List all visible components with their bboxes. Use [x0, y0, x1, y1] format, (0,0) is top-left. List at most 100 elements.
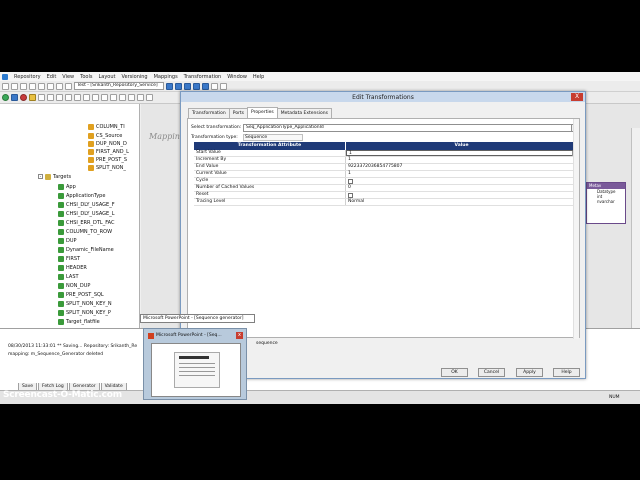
tree-item[interactable]: CHSI_DLY_USAGE_L — [58, 209, 115, 218]
tab-transformation[interactable]: Transformation — [188, 108, 230, 118]
filter-icon[interactable] — [47, 94, 54, 101]
tree-item[interactable]: FIRST — [58, 254, 80, 263]
menu-transformation[interactable]: Transformation — [184, 74, 222, 80]
start-value-input[interactable]: 1 — [349, 151, 352, 156]
menu-view[interactable]: View — [62, 74, 74, 80]
cycle-checkbox[interactable] — [348, 179, 353, 184]
collapse-icon[interactable]: - — [38, 174, 43, 179]
expression-icon[interactable] — [38, 94, 45, 101]
help-button[interactable]: Help — [553, 368, 580, 377]
rank-icon[interactable] — [110, 94, 117, 101]
stored-procedure-icon[interactable] — [146, 94, 153, 101]
menu-mappings[interactable]: Mappings — [154, 74, 178, 80]
joiner-icon[interactable] — [65, 94, 72, 101]
tab-metadata-extensions[interactable]: Metadata Extensions — [276, 108, 332, 118]
sorter-icon[interactable] — [101, 94, 108, 101]
value-cell[interactable]: 9223372036854775807 — [346, 164, 578, 170]
transformation-object[interactable]: Metav Datatype int nvarchar — [586, 182, 626, 224]
zoom-icon[interactable] — [211, 82, 218, 90]
tree-item[interactable]: Dynamic_FileName — [58, 245, 114, 254]
tree-item[interactable]: LAST — [58, 272, 79, 281]
new-icon[interactable] — [2, 82, 9, 90]
apply-button[interactable]: Apply — [516, 368, 543, 377]
table-row[interactable]: End Value 9223372036854775807 — [194, 164, 578, 171]
router-icon[interactable] — [83, 94, 90, 101]
tree-item[interactable]: CHSI_ERR_DTL_FAC — [58, 218, 114, 227]
stop-icon[interactable] — [20, 94, 27, 101]
tree-folder-targets[interactable]: - Targets — [38, 172, 71, 181]
tab-properties[interactable]: Properties — [247, 107, 278, 118]
update-strategy-icon[interactable] — [137, 94, 144, 101]
value-cell[interactable]: 1 — [346, 171, 578, 177]
open-icon[interactable] — [11, 82, 18, 90]
aggregator-icon[interactable] — [56, 94, 63, 101]
table-row[interactable]: Current Value 1 — [194, 171, 578, 178]
thumbnail-close-button[interactable]: x — [236, 332, 243, 339]
reset-checkbox[interactable] — [348, 193, 353, 198]
arrange-icon[interactable] — [220, 82, 227, 90]
menu-window[interactable]: Window — [227, 74, 247, 80]
tree-item[interactable]: HEADER — [58, 263, 87, 272]
tool-mapplet-designer-icon[interactable] — [193, 82, 200, 90]
tree-item[interactable]: App — [58, 182, 76, 191]
tree-item[interactable]: COLUMN_TO_ROW — [58, 227, 112, 236]
menu-versioning[interactable]: Versioning — [121, 74, 147, 80]
menu-tools[interactable]: Tools — [80, 74, 92, 80]
tree-item[interactable]: SPLIT_NON_KEY_P — [58, 308, 111, 317]
output-line: mapping: m_Sequence_Generator deleted — [8, 352, 104, 357]
cut-icon[interactable] — [29, 82, 36, 90]
table-row[interactable]: Cycle — [194, 178, 578, 185]
tool-mapping-designer-icon[interactable] — [202, 82, 209, 90]
table-row[interactable]: Reset — [194, 192, 578, 199]
dialog-titlebar[interactable]: Edit Transformations X — [181, 92, 585, 102]
table-row[interactable]: Number of Cached Values 0 — [194, 185, 578, 192]
tool-transformation-developer-icon[interactable] — [184, 82, 191, 90]
copy-icon[interactable] — [38, 82, 45, 90]
union-icon[interactable] — [119, 94, 126, 101]
table-row[interactable]: Increment By 1 — [194, 157, 578, 164]
normalizer-icon[interactable] — [128, 94, 135, 101]
undo-icon[interactable] — [65, 82, 72, 90]
paste-icon[interactable] — [47, 82, 54, 90]
close-button[interactable]: X — [571, 93, 583, 101]
start-workflow-icon[interactable] — [2, 94, 9, 101]
menu-layout[interactable]: Layout — [98, 74, 115, 80]
tab-ports[interactable]: Ports — [228, 108, 249, 118]
tool-source-analyzer-icon[interactable] — [166, 82, 173, 90]
print-icon[interactable] — [56, 82, 63, 90]
tool-target-designer-icon[interactable] — [175, 82, 182, 90]
ok-button[interactable]: OK — [441, 368, 468, 377]
connect-icon[interactable] — [11, 94, 18, 101]
tree-item[interactable]: DUP — [58, 236, 77, 245]
menu-help[interactable]: Help — [253, 74, 264, 80]
cancel-button[interactable]: Cancel — [478, 368, 505, 377]
value-cell[interactable] — [346, 178, 578, 184]
lookup-icon[interactable] — [74, 94, 81, 101]
tree-item[interactable]: Target_flatfile — [58, 317, 100, 326]
panel-scrollbar[interactable] — [573, 119, 579, 339]
tree-item[interactable]: CHSI_DLY_USAGE_F — [58, 200, 115, 209]
menu-edit[interactable]: Edit — [47, 74, 57, 80]
menu-repository[interactable]: Repository — [14, 74, 41, 80]
powerpoint-icon — [148, 333, 154, 339]
repository-select[interactable]: Test - [Srikanth_Repository_Service] — [74, 82, 164, 90]
table-row[interactable]: Tracing Level Normal — [194, 199, 578, 206]
value-cell[interactable]: 1▲▼ — [346, 150, 578, 156]
tree-item[interactable]: PRE_POST_SQL — [58, 290, 104, 299]
value-cell[interactable] — [346, 192, 578, 198]
taskbar-thumbnail[interactable]: Microsoft PowerPoint - [Seq... x — [143, 328, 247, 400]
save-icon[interactable] — [20, 82, 27, 90]
source-qualifier-icon[interactable] — [29, 94, 36, 101]
tree-item[interactable]: NON_DUP — [58, 281, 90, 290]
value-cell[interactable]: Normal — [346, 199, 578, 205]
select-transformation-dropdown[interactable]: Seq_ApplicationType_ApplicationId ▼ — [243, 124, 579, 132]
tree-item[interactable]: ApplicationType — [58, 191, 105, 200]
value-cell[interactable]: 1 — [346, 157, 578, 163]
sequence-generator-icon[interactable] — [92, 94, 99, 101]
tree-item[interactable]: SPLIT_NON_ — [88, 163, 126, 172]
thumbnail-preview[interactable] — [151, 343, 241, 397]
tree-item[interactable]: SPLIT_NON_KEY_N — [58, 299, 112, 308]
table-row[interactable]: Start Value 1▲▼ — [194, 150, 578, 157]
tree-item[interactable]: COLUMN_TI — [88, 122, 125, 131]
value-cell[interactable]: 0 — [346, 185, 578, 191]
